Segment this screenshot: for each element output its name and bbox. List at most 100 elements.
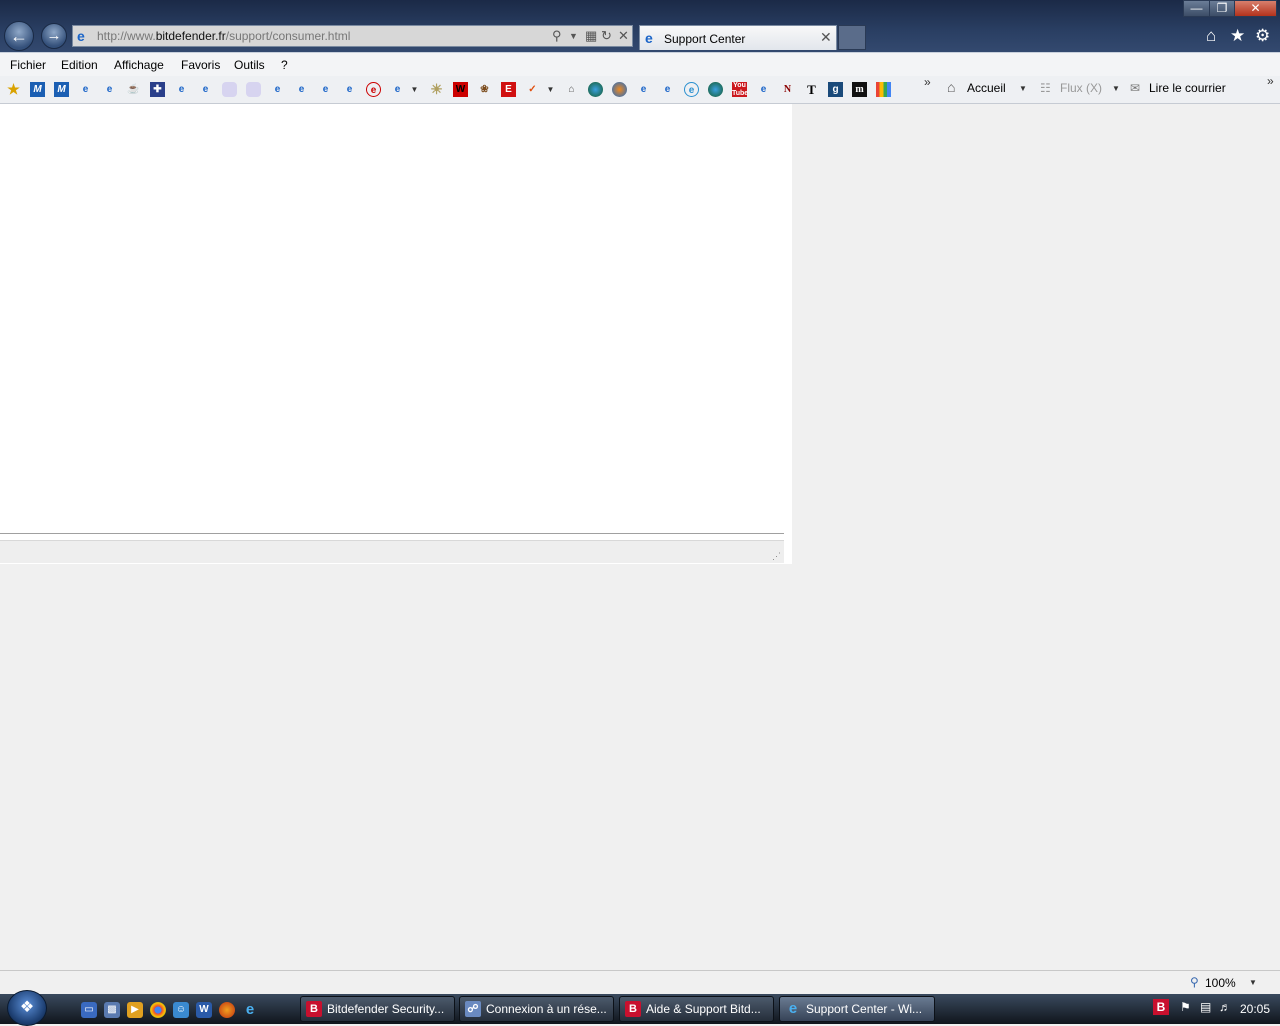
home-cmd-icon[interactable]: ⌂: [947, 79, 955, 95]
fav-m-icon[interactable]: M: [54, 82, 69, 97]
close-tab-icon[interactable]: ✕: [820, 29, 832, 46]
ql-firefox-icon[interactable]: [219, 1002, 235, 1018]
back-button[interactable]: ←: [4, 21, 34, 51]
address-url[interactable]: http://www.bitdefender.fr/support/consum…: [97, 29, 350, 43]
cmd-chevron-more-icon[interactable]: »: [1267, 74, 1274, 88]
task-bitdefender-help[interactable]: B Aide & Support Bitd...: [619, 996, 774, 1022]
ql-media-player-icon[interactable]: ▶: [127, 1002, 143, 1018]
favorites-add-star-icon[interactable]: ★: [6, 82, 21, 97]
fav-ie-page-icon[interactable]: e: [756, 82, 771, 97]
status-bar: ⚲ 100% ▼: [0, 970, 1280, 995]
fav-nytimes-icon[interactable]: T: [804, 82, 819, 97]
ql-switch-windows-icon[interactable]: ▩: [104, 1002, 120, 1018]
refresh-icon[interactable]: ↻: [601, 28, 612, 44]
forward-button[interactable]: →: [41, 23, 67, 49]
windows-logo-icon: ❖: [19, 999, 35, 1016]
menu-outils[interactable]: Outils: [234, 58, 265, 72]
fav-chevron-more-icon[interactable]: »: [924, 75, 931, 89]
forward-arrow-icon: →: [46, 27, 62, 44]
zoom-dropdown-icon[interactable]: ▼: [1249, 978, 1257, 987]
fav-ie-page-icon[interactable]: e: [342, 82, 357, 97]
compatibility-view-icon[interactable]: ▦: [585, 28, 597, 44]
search-icon[interactable]: ⚲: [552, 28, 562, 44]
task-label: Support Center - Wi...: [806, 1002, 923, 1016]
read-mail-label[interactable]: Lire le courrier: [1149, 81, 1226, 95]
task-support-center-ie[interactable]: e Support Center - Wi...: [779, 996, 935, 1022]
fav-cup-icon[interactable]: ☕: [126, 82, 141, 97]
fav-m-icon[interactable]: M: [30, 82, 45, 97]
fav-red-logo-icon[interactable]: W: [453, 82, 468, 97]
ql-show-desktop-icon[interactable]: ▭: [81, 1002, 97, 1018]
restore-button[interactable]: ❐: [1209, 0, 1235, 17]
fav-e-blue-circle-icon[interactable]: e: [684, 82, 699, 97]
tray-volume-icon[interactable]: ♬: [1219, 1000, 1231, 1014]
menu-favoris[interactable]: Favoris: [181, 58, 220, 72]
fav-uk-flag-icon[interactable]: ✚: [150, 82, 165, 97]
tray-network-icon[interactable]: ▤: [1200, 1000, 1211, 1014]
fav-dropdown-arrow-icon[interactable]: ▼: [543, 82, 558, 97]
fav-m-black-icon[interactable]: m: [852, 82, 867, 97]
fav-dropdown-arrow-icon[interactable]: ▼: [407, 82, 422, 97]
zoom-level[interactable]: 100%: [1205, 976, 1236, 990]
fav-ie-page-icon[interactable]: e: [660, 82, 675, 97]
task-network-connection[interactable]: ☍ Connexion à un rése...: [459, 996, 614, 1022]
fav-g-icon[interactable]: g: [828, 82, 843, 97]
fav-ie-folder-icon[interactable]: e: [390, 82, 405, 97]
fav-ball-icon[interactable]: [612, 82, 627, 97]
fav-ie-page-icon[interactable]: e: [318, 82, 333, 97]
tools-gear-icon[interactable]: ⚙: [1255, 26, 1270, 46]
tray-bitdefender-icon[interactable]: B: [1153, 999, 1169, 1015]
menu-help[interactable]: ?: [281, 58, 288, 72]
fav-lavender-icon[interactable]: [222, 82, 237, 97]
fav-ie-page-icon[interactable]: e: [78, 82, 93, 97]
new-tab-button[interactable]: [838, 25, 866, 50]
fav-globe-icon[interactable]: [708, 82, 723, 97]
home-dropdown-icon[interactable]: ▼: [1019, 84, 1027, 93]
start-button[interactable]: ❖: [7, 990, 47, 1026]
bitdefender-icon: B: [306, 1001, 322, 1017]
menu-edition[interactable]: Edition: [61, 58, 98, 72]
close-icon: ✕: [1250, 1, 1261, 15]
favorites-star-icon[interactable]: ★: [1230, 26, 1245, 46]
tray-security-icon[interactable]: ⚑: [1180, 1000, 1191, 1014]
tray-clock[interactable]: 20:05: [1240, 1002, 1270, 1016]
fav-google-icon[interactable]: [876, 82, 891, 97]
stop-icon[interactable]: ✕: [618, 28, 629, 44]
fav-colorful-icon[interactable]: ✓: [525, 82, 540, 97]
fav-ie-page-icon[interactable]: e: [636, 82, 651, 97]
tab-support-center[interactable]: e Support Center ✕: [639, 25, 837, 50]
mail-icon[interactable]: ✉: [1130, 81, 1140, 95]
feeds-cmd-label[interactable]: Flux (X): [1060, 81, 1102, 95]
home-icon[interactable]: ⌂: [1206, 26, 1216, 46]
minimize-button[interactable]: —: [1183, 0, 1210, 17]
fav-sun-icon[interactable]: ☀: [429, 82, 444, 97]
fav-lavender-icon[interactable]: [246, 82, 261, 97]
fav-ie-page-icon[interactable]: e: [270, 82, 285, 97]
ql-ie-icon[interactable]: e: [242, 1002, 258, 1018]
ql-chrome-icon[interactable]: [150, 1002, 166, 1018]
fav-ie-page-icon[interactable]: e: [294, 82, 309, 97]
fav-e-circle-icon[interactable]: e: [366, 82, 381, 97]
feeds-dropdown-icon[interactable]: ▼: [1112, 84, 1120, 93]
fav-ie-page-icon[interactable]: e: [198, 82, 213, 97]
ql-word-icon[interactable]: W: [196, 1002, 212, 1018]
fav-n-icon[interactable]: N: [780, 82, 795, 97]
ql-users-icon[interactable]: ☺: [173, 1002, 189, 1018]
menu-affichage[interactable]: Affichage: [114, 58, 164, 72]
content-divider: [0, 533, 784, 534]
fav-house-icon[interactable]: ⌂: [564, 82, 579, 97]
home-cmd-label[interactable]: Accueil: [967, 81, 1006, 95]
menu-fichier[interactable]: Fichier: [10, 58, 46, 72]
address-bar[interactable]: e http://www.bitdefender.fr/support/cons…: [72, 25, 633, 47]
close-window-button[interactable]: ✕: [1234, 0, 1277, 17]
feeds-icon[interactable]: ☷: [1040, 81, 1051, 95]
fav-globe-icon[interactable]: [588, 82, 603, 97]
fav-eagle-icon[interactable]: ❀: [477, 82, 492, 97]
fav-ie-page-icon[interactable]: e: [174, 82, 189, 97]
fav-e-red-icon[interactable]: E: [501, 82, 516, 97]
task-bitdefender-security[interactable]: B Bitdefender Security...: [300, 996, 455, 1022]
fav-ie-page-icon[interactable]: e: [102, 82, 117, 97]
zoom-magnifier-icon[interactable]: ⚲: [1190, 975, 1199, 989]
fav-youtube-icon[interactable]: You Tube: [732, 82, 748, 97]
dropdown-arrow-icon[interactable]: ▼: [569, 31, 578, 41]
